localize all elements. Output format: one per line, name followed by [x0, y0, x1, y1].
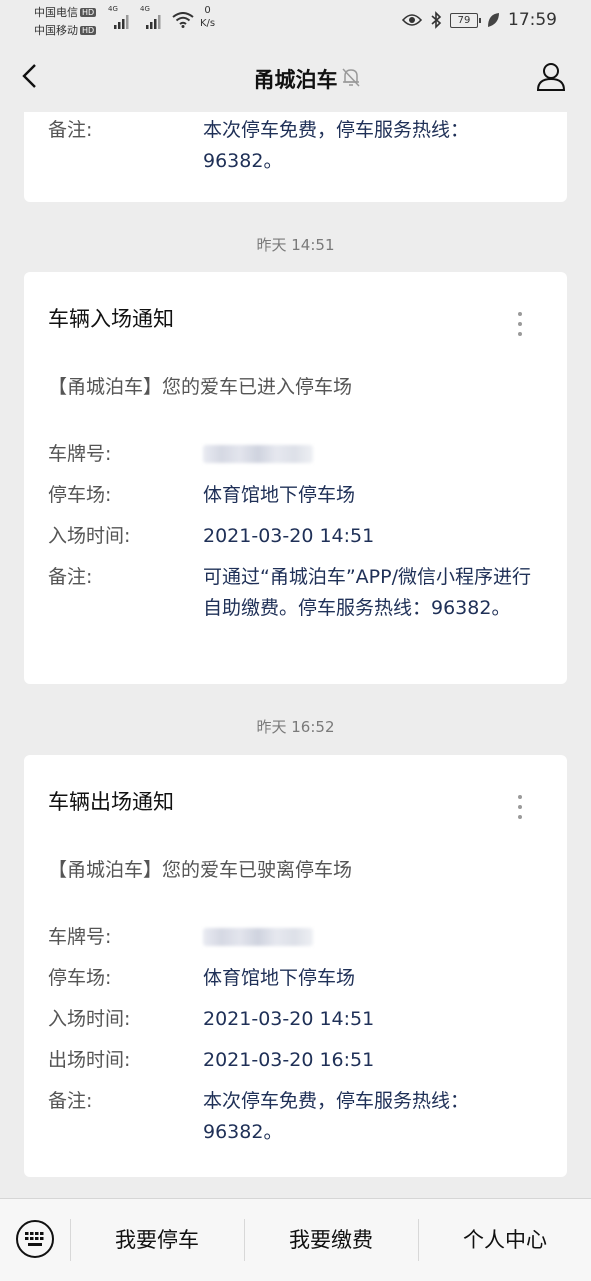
wifi-icon [172, 12, 194, 28]
keyboard-icon[interactable] [15, 1219, 55, 1259]
menu-personal-center[interactable]: 个人中心 [419, 1199, 591, 1281]
bluetooth-icon [431, 11, 442, 29]
more-icon[interactable] [517, 312, 523, 340]
menu-pay[interactable]: 我要缴费 [245, 1199, 417, 1281]
detail-row: 备注: 本次停车免费，停车服务热线：96382。 [48, 119, 470, 172]
card-title: 车辆出场通知 [48, 790, 174, 814]
page-title: 甬城泊车 [253, 68, 338, 92]
leaf-icon [488, 13, 499, 27]
carrier-1: 中国电信 HD [34, 6, 97, 19]
clock: 17:59 [508, 10, 557, 30]
profile-icon[interactable] [535, 60, 567, 92]
network-speed: 0 K/s [200, 5, 216, 29]
card-intro: 【甬城泊车】您的爱车已进入停车场 [48, 376, 353, 398]
bottom-menu-bar: 我要停车 我要缴费 个人中心 [0, 1198, 591, 1281]
message-time: 昨天 14:51 [256, 236, 335, 254]
carrier-2: 中国移动 HD [34, 24, 97, 37]
eye-icon [402, 14, 422, 26]
entry-notification-card[interactable]: 车辆入场通知 【甬城泊车】您的爱车已进入停车场 车牌号: 停车场: 体育馆地下停… [24, 272, 567, 684]
nav-bar: 甬城泊车 [0, 40, 591, 112]
card-title: 车辆入场通知 [48, 307, 174, 331]
battery-icon: 79 [450, 12, 481, 28]
message-card-partial: 备注: 本次停车免费，停车服务热线：96382。 [24, 112, 567, 202]
status-right: 79 17:59 [402, 8, 557, 32]
menu-park[interactable]: 我要停车 [71, 1199, 243, 1281]
more-icon[interactable] [517, 795, 523, 823]
exit-notification-card[interactable]: 车辆出场通知 【甬城泊车】您的爱车已驶离停车场 车牌号: 停车场: 体育馆地下停… [24, 755, 567, 1177]
card-intro: 【甬城泊车】您的爱车已驶离停车场 [48, 859, 353, 881]
blurred-plate [203, 445, 313, 463]
status-bar: 中国电信 HD 中国移动 HD 4G 4G 0 K/s 79 17:59 [0, 0, 591, 40]
message-time: 昨天 16:52 [256, 718, 335, 736]
blurred-plate [203, 928, 313, 946]
mute-bell-icon [342, 68, 360, 87]
